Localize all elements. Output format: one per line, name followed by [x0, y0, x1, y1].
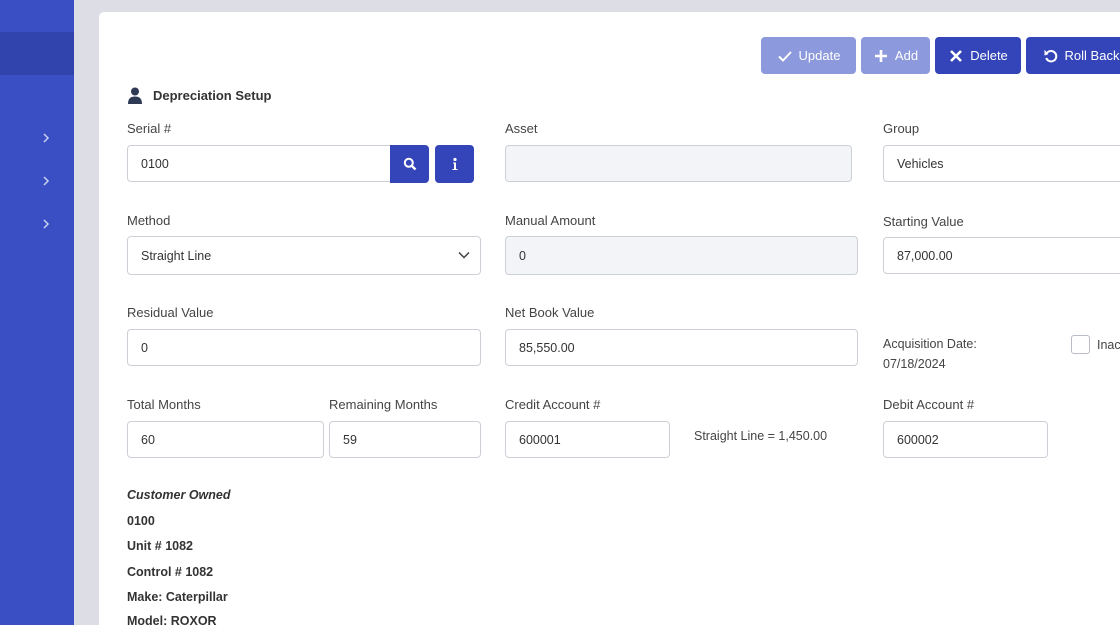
straight-line-amount: Straight Line = 1,450.00	[694, 429, 828, 443]
asset-input[interactable]	[505, 145, 852, 182]
group-input[interactable]: Vehicles	[883, 145, 1120, 182]
inactive-checkbox[interactable]	[1071, 335, 1090, 354]
delete-button[interactable]: Delete	[935, 37, 1021, 74]
serial-label: Serial #	[127, 121, 172, 136]
manual-amount-label: Manual Amount	[505, 213, 596, 228]
asset-model: Model: ROXOR	[127, 614, 217, 625]
info-button[interactable]	[435, 145, 474, 183]
section-title-text: Depreciation Setup	[153, 88, 272, 103]
asset-serial: 0100	[127, 514, 155, 528]
asset-make: Make: Caterpillar	[127, 590, 228, 604]
credit-account-label: Credit Account #	[505, 397, 601, 412]
remaining-months-label: Remaining Months	[329, 397, 438, 412]
inactive-label: Inac	[1097, 338, 1120, 352]
method-select-value: Straight Line	[141, 248, 212, 263]
serial-input[interactable]: 0100	[127, 145, 391, 182]
add-button[interactable]: Add	[861, 37, 930, 74]
debit-account-input[interactable]: 600002	[883, 421, 1048, 458]
user-icon	[128, 87, 142, 104]
starting-value-input[interactable]: 87,000.00	[883, 237, 1120, 274]
net-book-value-input[interactable]: 85,550.00	[505, 329, 858, 366]
remaining-months-input[interactable]: 59	[329, 421, 481, 458]
credit-account-input[interactable]: 600001	[505, 421, 670, 458]
total-months-input[interactable]: 60	[127, 421, 324, 458]
chevron-right-icon[interactable]	[40, 131, 52, 145]
group-label: Group	[883, 121, 920, 136]
asset-owner: Customer Owned	[127, 488, 231, 502]
rollback-button[interactable]: Roll Back	[1026, 37, 1120, 74]
plus-icon	[874, 49, 887, 62]
method-label: Method	[127, 213, 171, 228]
rollback-button-label: Roll Back	[1064, 48, 1120, 63]
total-months-label: Total Months	[127, 397, 201, 412]
net-book-value-label: Net Book Value	[505, 305, 595, 320]
starting-value-label: Starting Value	[883, 214, 964, 229]
debit-account-label: Debit Account #	[883, 397, 975, 412]
sidebar	[0, 0, 74, 625]
delete-button-label: Delete	[970, 48, 1008, 63]
update-button[interactable]: Update	[761, 37, 856, 74]
chevron-down-icon	[458, 251, 470, 259]
add-button-label: Add	[894, 48, 919, 63]
asset-unit: Unit # 1082	[127, 539, 194, 553]
check-icon	[777, 50, 792, 62]
method-select[interactable]: Straight Line	[127, 236, 481, 275]
search-button[interactable]	[390, 145, 429, 183]
chevron-right-icon[interactable]	[40, 217, 52, 231]
section-title: Depreciation Setup	[127, 87, 271, 104]
asset-control: Control # 1082	[127, 565, 214, 579]
undo-icon	[1043, 49, 1057, 62]
asset-label: Asset	[505, 121, 538, 136]
sidebar-item-active[interactable]	[0, 32, 74, 75]
acquisition-date-label: Acquisition Date:	[883, 337, 977, 351]
residual-value-input[interactable]: 0	[127, 329, 481, 366]
update-button-label: Update	[798, 48, 841, 63]
info-icon	[452, 157, 457, 170]
close-icon	[950, 49, 963, 62]
chevron-right-icon[interactable]	[40, 174, 52, 188]
search-icon	[403, 157, 416, 171]
residual-value-label: Residual Value	[127, 305, 214, 320]
manual-amount-input[interactable]: 0	[505, 236, 858, 275]
acquisition-date-value: 07/18/2024	[883, 357, 946, 371]
